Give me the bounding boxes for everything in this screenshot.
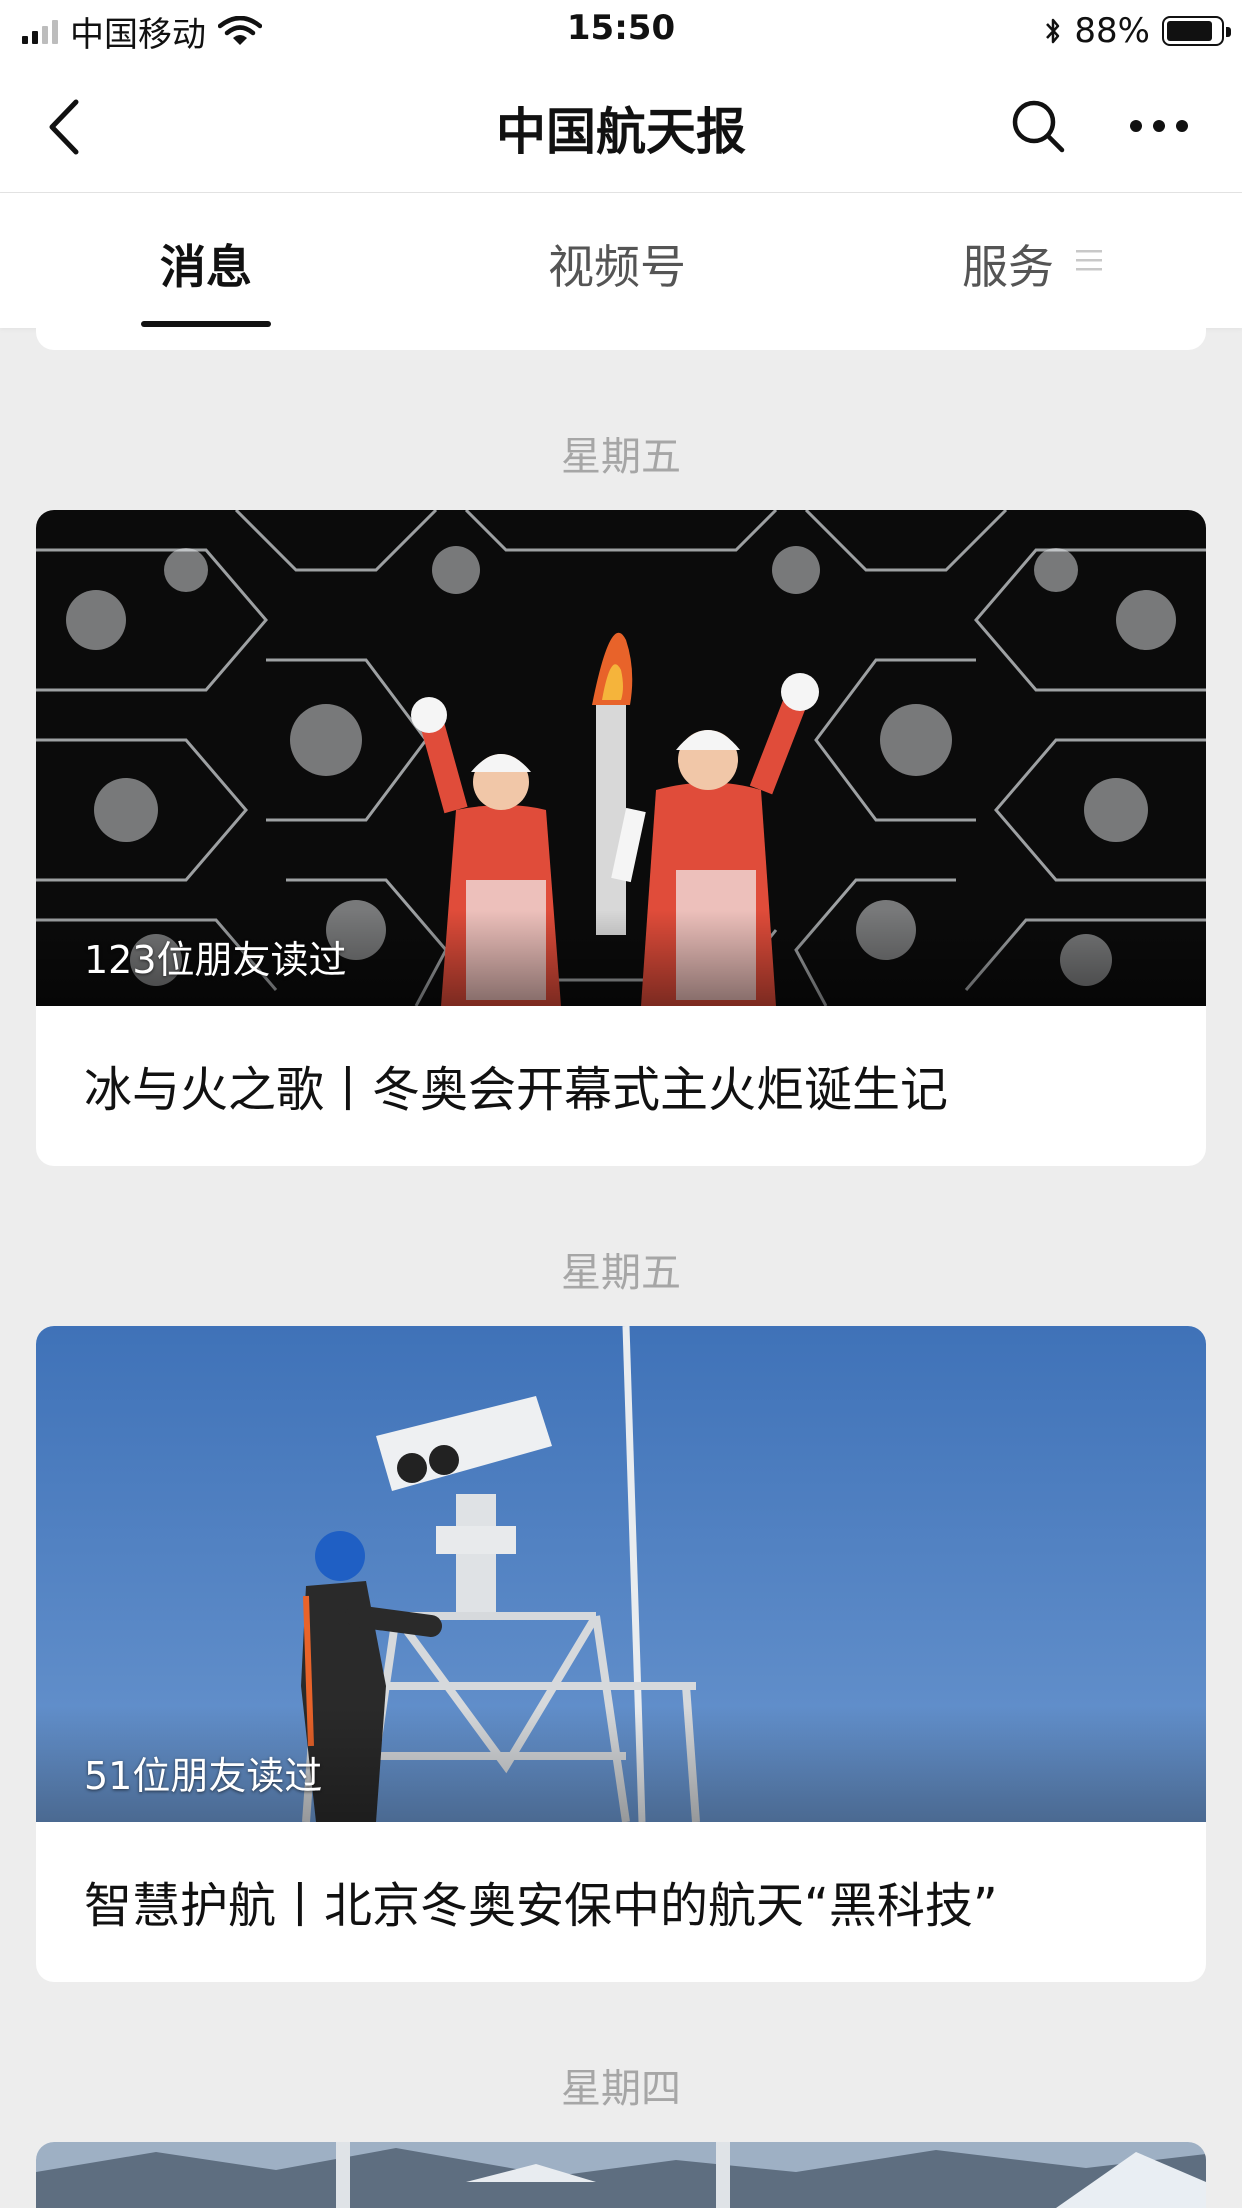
article-title[interactable]: 冰与火之歌丨冬奥会开幕式主火炬诞生记 xyxy=(84,1050,948,1120)
date-divider: 星期四 xyxy=(561,2066,681,2112)
date-divider: 星期五 xyxy=(561,1250,681,1296)
article-card[interactable]: 51位朋友读过 智慧护航丨北京冬奥安保中的航天“黑科技” xyxy=(36,1326,1206,1982)
friends-read-count: 51位朋友读过 xyxy=(84,1754,323,1798)
friends-read-count: 123位朋友读过 xyxy=(84,938,347,982)
article-card[interactable] xyxy=(36,2142,1206,2208)
date-divider: 星期五 xyxy=(561,434,681,480)
battery-level xyxy=(1167,21,1212,41)
tab-bar: 消息 视频号 服务 xyxy=(0,193,1242,328)
tab-messages[interactable]: 消息 xyxy=(160,231,252,297)
tab-channels[interactable]: 视频号 xyxy=(548,231,686,297)
bluetooth-icon xyxy=(1046,18,1060,44)
search-icon[interactable] xyxy=(1010,98,1066,154)
status-right: 88% xyxy=(1044,10,1231,52)
more-icon[interactable] xyxy=(1128,118,1190,134)
tab-services[interactable]: 服务 xyxy=(962,231,1054,297)
battery-percent: 88% xyxy=(1074,11,1150,51)
previous-card[interactable] xyxy=(36,328,1206,350)
article-cover-image[interactable]: 123位朋友读过 xyxy=(36,510,1206,1006)
battery-icon xyxy=(1162,16,1231,46)
status-bar: 中国移动 15:50 88% xyxy=(0,0,1242,62)
battery-cap xyxy=(1226,27,1231,37)
nav-bar: 中国航天报 xyxy=(0,62,1242,193)
menu-icon[interactable] xyxy=(1074,245,1104,275)
active-tab-indicator xyxy=(141,321,271,327)
article-card[interactable]: 123位朋友读过 冰与火之歌丨冬奥会开幕式主火炬诞生记 xyxy=(36,510,1206,1166)
article-cover-image[interactable] xyxy=(36,2142,1206,2208)
article-title[interactable]: 智慧护航丨北京冬奥安保中的航天“黑科技” xyxy=(84,1866,998,1936)
article-cover-image[interactable]: 51位朋友读过 xyxy=(36,1326,1206,1822)
